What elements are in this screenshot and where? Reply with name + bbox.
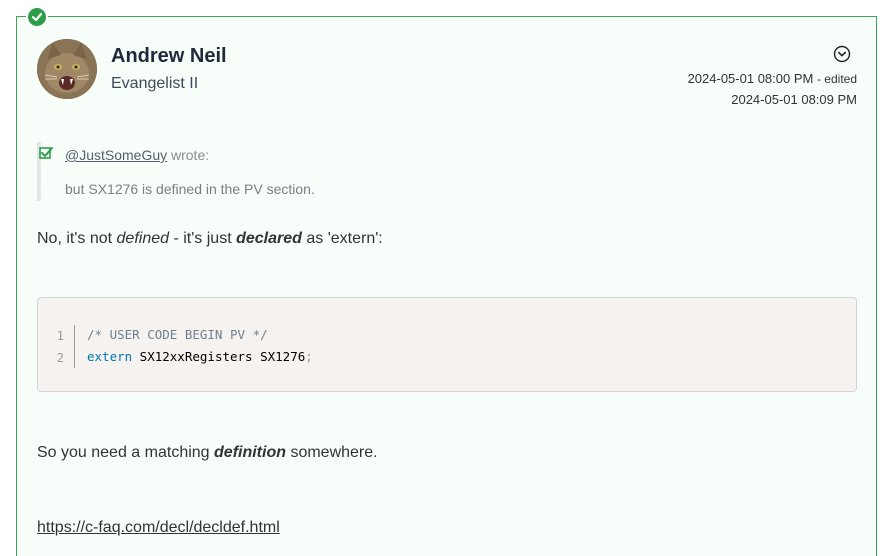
posted-date: 2024-05-01 08:00 PM (687, 71, 814, 86)
avatar[interactable] (37, 39, 97, 99)
reply-paragraph-1: No, it's not defined - it's just declare… (37, 230, 383, 248)
line-number: 1 (56, 329, 64, 343)
quote-user-link[interactable]: @JustSomeGuy (65, 147, 167, 163)
reply-paragraph-2: So you need a matching definition somewh… (37, 444, 378, 462)
p2-em-definition: definition (214, 444, 286, 461)
p1-em-defined: defined (116, 230, 170, 247)
quote-wrote-label: wrote: (171, 147, 210, 163)
code-declaration: SX12xxRegisters SX1276 (132, 349, 306, 364)
line-number: 2 (56, 351, 64, 365)
author-rank: Evangelist II (111, 75, 199, 92)
p1-text-b: - it's just (169, 230, 237, 247)
quote-text: but SX1276 is defined in the PV section. (65, 181, 315, 197)
code-keyword: extern (87, 349, 133, 364)
reference-link[interactable]: https://c-faq.com/decl/decldef.html (37, 519, 280, 537)
quote-check-icon (39, 146, 53, 160)
code-gutter-divider (74, 325, 75, 368)
p1-em-declared: declared (236, 230, 302, 247)
code-semicolon: ; (305, 349, 313, 364)
p1-text-c: as 'extern': (301, 230, 383, 247)
edited-label: - edited (816, 72, 857, 86)
post-options-button[interactable] (833, 45, 851, 63)
code-block (37, 297, 857, 392)
chevron-down-icon (833, 45, 851, 63)
code-line-2: extern SX12xxRegisters SX1276; (87, 349, 313, 364)
author-name[interactable]: Andrew Neil (111, 45, 227, 68)
p2-text-a: So you need a matching (37, 444, 215, 461)
edited-date: 2024-05-01 08:09 PM (731, 92, 857, 107)
p1-text-a: No, it's not (37, 230, 117, 247)
code-line-1: /* USER CODE BEGIN PV */ (87, 327, 268, 342)
post-timestamp: 2024-05-01 08:00 PM - edited (688, 71, 857, 86)
solved-check-icon (26, 6, 48, 28)
p2-text-b: somewhere. (286, 444, 378, 461)
